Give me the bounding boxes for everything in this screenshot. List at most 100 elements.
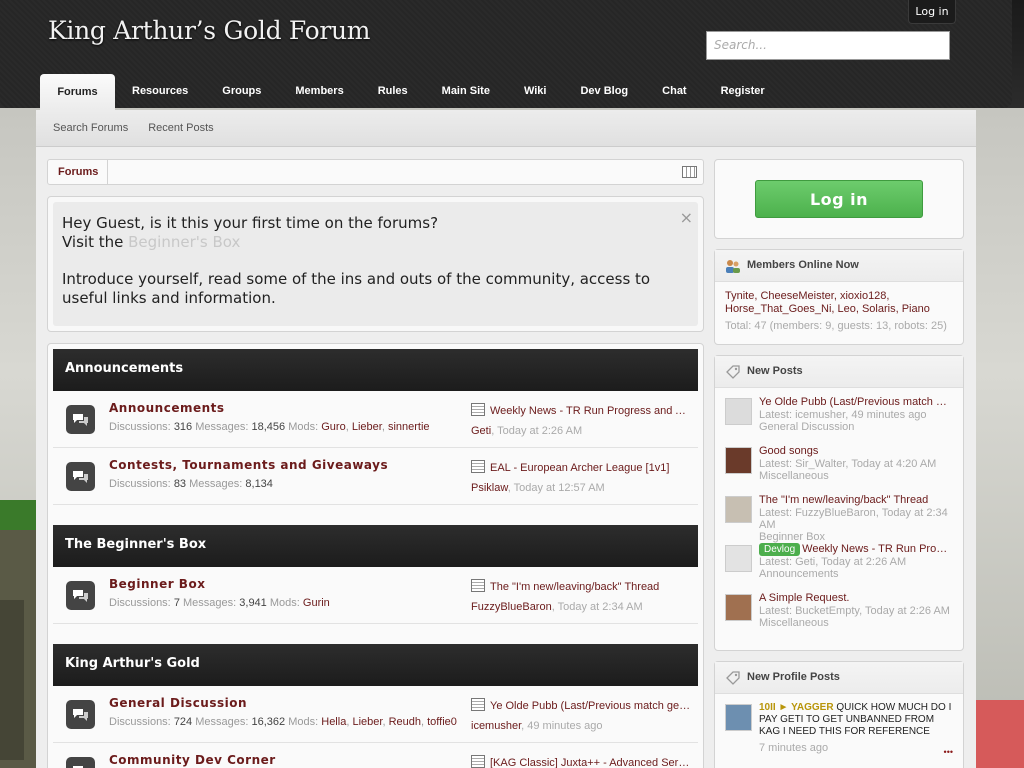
- jump-menu-icon[interactable]: [682, 166, 697, 178]
- last-post-user[interactable]: FuzzyBlueBaron: [471, 601, 552, 613]
- post-latest[interactable]: Latest: FuzzyBlueBaron, Today at 2:34 AM: [759, 507, 953, 531]
- forum-title[interactable]: Community Dev Corner: [109, 753, 276, 767]
- forum-title[interactable]: Contests, Tournaments and Giveaways: [109, 458, 388, 472]
- moderator-link[interactable]: toffie0: [427, 716, 457, 728]
- moderator-link[interactable]: Lieber: [352, 421, 382, 433]
- beginners-box-link[interactable]: Beginner's Box: [128, 233, 240, 251]
- last-post-user[interactable]: Psiklaw: [471, 482, 508, 494]
- new-post-item: Good songs Latest: Sir_Walter, Today at …: [725, 445, 953, 494]
- last-post-user[interactable]: icemusher: [471, 720, 521, 732]
- subnav-search-forums[interactable]: Search Forums: [53, 122, 128, 134]
- post-latest[interactable]: Latest: Sir_Walter, Today at 4:20 AM: [759, 458, 953, 470]
- thread-icon: [471, 403, 485, 416]
- last-post-user[interactable]: Geti: [471, 425, 491, 437]
- discussion-count: 724: [173, 716, 193, 728]
- forum-stats: Discussions: 83 Messages: 8,134: [109, 478, 273, 490]
- tab-resources[interactable]: Resources: [115, 74, 205, 108]
- last-post: EAL - European Archer League [1v1] Psikl…: [471, 460, 693, 494]
- receiver-name[interactable]: Yagger: [791, 702, 833, 713]
- category-header[interactable]: The Beginner's Box: [53, 525, 698, 567]
- post-forum[interactable]: Miscellaneous: [759, 470, 953, 482]
- stat-label: Messages:: [195, 421, 249, 433]
- last-post-title[interactable]: EAL - European Archer League [1v1]: [471, 460, 693, 474]
- post-latest[interactable]: Latest: icemusher, 49 minutes ago: [759, 409, 953, 421]
- tab-chat[interactable]: Chat: [645, 74, 703, 108]
- tab-members[interactable]: Members: [278, 74, 360, 108]
- avatar[interactable]: [725, 594, 752, 621]
- last-post-time[interactable]: Today at 12:57 AM: [514, 482, 605, 494]
- post-title[interactable]: A Simple Request.: [759, 592, 953, 605]
- moderator-link[interactable]: Gurin: [303, 597, 330, 609]
- moderator-link[interactable]: Guro: [321, 421, 345, 433]
- post-forum[interactable]: Miscellaneous: [759, 617, 953, 629]
- profile-post-time[interactable]: 7 minutes ago: [759, 742, 953, 754]
- breadcrumb-forums[interactable]: Forums: [48, 160, 108, 184]
- post-title[interactable]: Ye Olde Pubb (Last/Previous match gene..…: [759, 396, 953, 409]
- post-title[interactable]: Good songs: [759, 445, 953, 458]
- online-member-list[interactable]: Tynite, CheeseMeister, xioxio128, Horse_…: [725, 290, 953, 316]
- main-content: Forums Hey Guest, is it this your first …: [36, 147, 976, 768]
- post-forum[interactable]: Announcements: [759, 568, 953, 580]
- tab-forums[interactable]: Forums: [40, 74, 115, 110]
- avatar[interactable]: [725, 447, 752, 474]
- close-icon[interactable]: ×: [680, 208, 693, 227]
- moderator-link[interactable]: Hella: [321, 716, 346, 728]
- tab-rules[interactable]: Rules: [361, 74, 425, 108]
- thread-icon: [471, 755, 485, 768]
- site-logo-title[interactable]: King Arthur’s Gold Forum: [48, 16, 371, 45]
- last-post-title[interactable]: [KAG Classic] Juxta++ - Advanced Serve..…: [471, 755, 693, 768]
- forum-title[interactable]: Beginner Box: [109, 577, 205, 591]
- last-post-title[interactable]: Weekly News - TR Run Progress and Art,..…: [471, 403, 693, 417]
- avatar[interactable]: [725, 545, 752, 572]
- login-button[interactable]: Log in: [755, 180, 923, 218]
- post-forum[interactable]: General Discussion: [759, 421, 953, 433]
- tab-main-site[interactable]: Main Site: [425, 74, 507, 108]
- moderator-link[interactable]: Lieber: [352, 716, 382, 728]
- subnav-recent-posts[interactable]: Recent Posts: [148, 122, 213, 134]
- avatar[interactable]: [725, 496, 752, 523]
- more-icon[interactable]: •••: [944, 747, 953, 757]
- last-post-title[interactable]: Ye Olde Pubb (Last/Previous match gen...: [471, 698, 693, 712]
- forum-title[interactable]: General Discussion: [109, 696, 247, 710]
- tab-groups[interactable]: Groups: [205, 74, 278, 108]
- new-posts-panel: New Posts Ye Olde Pubb (Last/Previous ma…: [714, 355, 964, 651]
- notice-visit-text: Visit the: [62, 233, 129, 251]
- tag-icon: [726, 671, 740, 685]
- last-post-time[interactable]: Today at 2:34 AM: [558, 601, 643, 613]
- tab-register[interactable]: Register: [704, 74, 782, 108]
- category-header[interactable]: Announcements: [53, 349, 698, 391]
- forum-title[interactable]: Announcements: [109, 401, 225, 415]
- login-link[interactable]: Log in: [908, 0, 956, 24]
- avatar[interactable]: [725, 398, 752, 425]
- discussion-count: 83: [173, 478, 187, 490]
- guest-notice: Hey Guest, is it this your first time on…: [47, 196, 704, 332]
- post-forum[interactable]: Beginner Box: [759, 531, 953, 543]
- moderator-link[interactable]: Reudh: [389, 716, 421, 728]
- panel-body: Ye Olde Pubb (Last/Previous match gene..…: [715, 388, 963, 649]
- category-header[interactable]: King Arthur's Gold: [53, 644, 698, 686]
- last-post: Weekly News - TR Run Progress and Art,..…: [471, 403, 693, 437]
- last-post-title[interactable]: The "I'm new/leaving/back" Thread: [471, 579, 693, 593]
- thread-icon: [471, 698, 485, 711]
- devlog-prefix-badge: Devlog: [759, 543, 801, 556]
- new-post-item: Ye Olde Pubb (Last/Previous match gene..…: [725, 396, 953, 445]
- panel-header: New Posts: [715, 356, 963, 388]
- notice-line-1: Hey Guest, is it this your first time on…: [62, 214, 439, 232]
- post-title[interactable]: The "I'm new/leaving/back" Thread: [759, 494, 953, 507]
- tab-wiki[interactable]: Wiki: [507, 74, 564, 108]
- last-post-time[interactable]: 49 minutes ago: [527, 720, 602, 732]
- last-post-time[interactable]: Today at 2:26 AM: [497, 425, 582, 437]
- post-title[interactable]: Devlog Weekly News - TR Run Progres...: [759, 543, 953, 556]
- post-latest[interactable]: Latest: BucketEmpty, Today at 2:26 AM: [759, 605, 953, 617]
- poster-name[interactable]: 10ii: [759, 702, 776, 713]
- moderator-link[interactable]: sinnertie: [388, 421, 430, 433]
- avatar[interactable]: [725, 704, 752, 731]
- search-input[interactable]: Search...: [706, 31, 950, 60]
- tab-dev-blog[interactable]: Dev Blog: [563, 74, 645, 108]
- discussion-count: 316: [173, 421, 193, 433]
- panel-title: Members Online Now: [747, 259, 859, 271]
- post-latest[interactable]: Latest: Geti, Today at 2:26 AM: [759, 556, 953, 568]
- new-post-item: Devlog Weekly News - TR Run Progres... La…: [725, 543, 953, 592]
- message-count: 3,941: [239, 597, 267, 609]
- arrow-icon: ►: [778, 702, 789, 713]
